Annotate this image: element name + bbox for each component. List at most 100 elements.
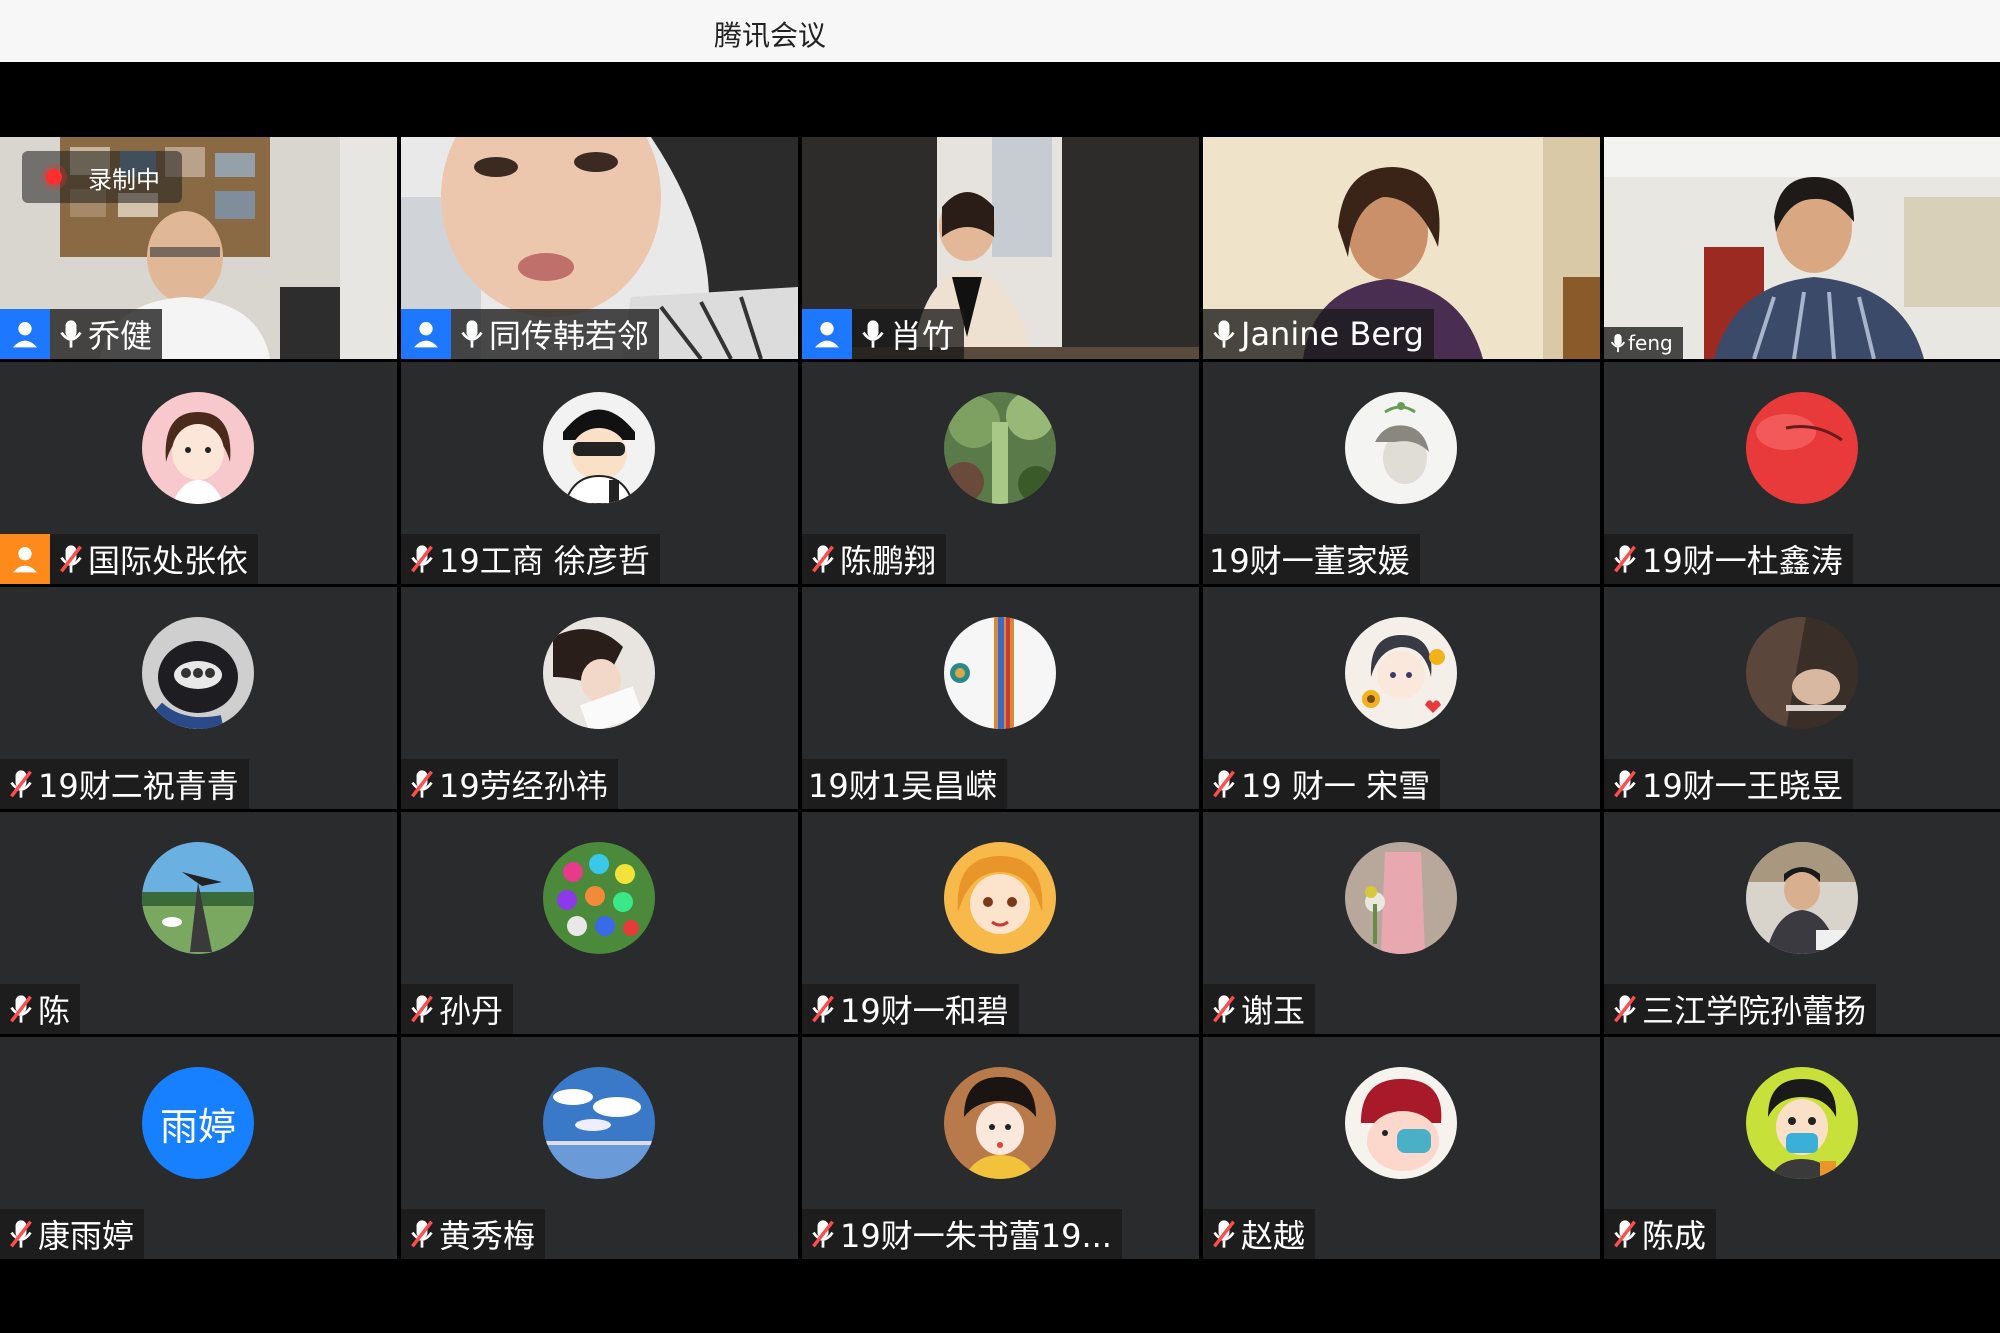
microphone-icon[interactable] [455, 314, 489, 354]
participant-name: 谢玉 [1241, 992, 1306, 1030]
avatar [1746, 842, 1858, 954]
participant-name: 19财一朱书蕾19... [840, 1217, 1112, 1255]
microphone-muted-icon[interactable] [806, 1214, 840, 1254]
participant-name: 19财一杜鑫涛 [1642, 542, 1843, 580]
recording-label: 录制中 [88, 165, 160, 194]
participant-grid: 录制中 乔健 同传韩若邻 肖竹 Janine Berg feng 国际处张依 1… [0, 137, 2000, 1262]
participant-tile[interactable]: 19劳经孙祎 [401, 587, 798, 809]
participant-name: 孙丹 [439, 992, 504, 1030]
participant-tile[interactable]: 19财二祝青青 [0, 587, 397, 809]
participant-name: 陈鹏翔 [840, 542, 937, 580]
microphone-muted-icon[interactable] [806, 539, 840, 579]
microphone-muted-icon[interactable] [1207, 1214, 1241, 1254]
avatar [1746, 1067, 1858, 1179]
participant-name: 19劳经孙祎 [439, 767, 608, 805]
avatar [142, 842, 254, 954]
recording-indicator[interactable]: 录制中 [22, 151, 182, 203]
participant-name: 19 财一 宋雪 [1241, 767, 1431, 805]
title-bar: 腾讯会议 [0, 0, 2000, 62]
participant-name: 国际处张依 [88, 542, 249, 580]
host-badge-icon [802, 309, 852, 359]
participant-tile[interactable]: 陈成 [1604, 1037, 2000, 1259]
participant-tile[interactable]: 19财一王晓昱 [1604, 587, 2000, 809]
microphone-muted-icon[interactable] [405, 764, 439, 804]
participant-name: 黄秀梅 [439, 1217, 536, 1255]
avatar-initials: 雨婷 [142, 1067, 254, 1179]
participant-tile[interactable]: 19 财一 宋雪 [1203, 587, 1600, 809]
avatar [1746, 617, 1858, 729]
participant-tile[interactable]: 谢玉 [1203, 812, 1600, 1034]
app-title: 腾讯会议 [714, 19, 827, 52]
participant-tile[interactable]: 19财一杜鑫涛 [1604, 362, 2000, 584]
microphone-icon[interactable] [1207, 314, 1241, 354]
microphone-muted-icon[interactable] [4, 989, 38, 1029]
avatar [944, 842, 1056, 954]
microphone-muted-icon[interactable] [4, 764, 38, 804]
participant-name: 肖竹 [890, 317, 955, 355]
participant-tile[interactable]: 国际处张依 [0, 362, 397, 584]
participant-tile[interactable]: Janine Berg [1203, 137, 1600, 359]
participant-tile[interactable]: 19财一董家媛 [1203, 362, 1600, 584]
microphone-muted-icon[interactable] [1608, 764, 1642, 804]
participant-name: feng [1628, 331, 1673, 355]
participant-name: 三江学院孙蕾扬 [1642, 992, 1867, 1030]
microphone-muted-icon[interactable] [1207, 989, 1241, 1029]
avatar [1345, 842, 1457, 954]
microphone-muted-icon[interactable] [54, 539, 88, 579]
participant-tile[interactable]: feng [1604, 137, 2000, 359]
participant-name: Janine Berg [1241, 315, 1424, 353]
microphone-muted-icon[interactable] [405, 539, 439, 579]
participant-tile[interactable]: 赵越 [1203, 1037, 1600, 1259]
microphone-muted-icon[interactable] [4, 1214, 38, 1254]
participant-name: 19财二祝青青 [38, 767, 239, 805]
host-badge-icon [0, 534, 50, 584]
participant-tile[interactable]: 陈 [0, 812, 397, 1034]
participant-tile[interactable]: 同传韩若邻 [401, 137, 798, 359]
participant-tile[interactable]: 19工商 徐彦哲 [401, 362, 798, 584]
avatar [1345, 617, 1457, 729]
microphone-muted-icon[interactable] [405, 989, 439, 1029]
participant-name: 19财一和碧 [840, 992, 1009, 1030]
microphone-muted-icon[interactable] [1608, 539, 1642, 579]
avatar [142, 392, 254, 504]
microphone-icon[interactable] [856, 314, 890, 354]
avatar [1746, 392, 1858, 504]
participant-name: 乔健 [88, 317, 153, 355]
avatar [543, 617, 655, 729]
participant-name: 赵越 [1241, 1217, 1306, 1255]
microphone-muted-icon[interactable] [1207, 764, 1241, 804]
video-feed [1604, 137, 2000, 359]
microphone-icon[interactable] [1608, 328, 1628, 358]
participant-tile[interactable]: 肖竹 [802, 137, 1199, 359]
microphone-muted-icon[interactable] [405, 1214, 439, 1254]
microphone-muted-icon[interactable] [1608, 989, 1642, 1029]
participant-tile[interactable]: 雨婷 康雨婷 [0, 1037, 397, 1259]
avatar [142, 617, 254, 729]
avatar [944, 1067, 1056, 1179]
avatar [543, 842, 655, 954]
avatar [1345, 392, 1457, 504]
participant-name: 19财一董家媛 [1209, 542, 1410, 580]
participant-tile[interactable]: 录制中 乔健 [0, 137, 397, 359]
participant-tile[interactable]: 19财1吴昌嵘 [802, 587, 1199, 809]
participant-name: 康雨婷 [38, 1217, 135, 1255]
host-badge-icon [401, 309, 451, 359]
participant-tile[interactable]: 孙丹 [401, 812, 798, 1034]
host-badge-icon [0, 309, 50, 359]
participant-tile[interactable]: 陈鹏翔 [802, 362, 1199, 584]
participant-tile[interactable]: 19财一和碧 [802, 812, 1199, 1034]
microphone-muted-icon[interactable] [806, 989, 840, 1029]
participant-name: 陈成 [1642, 1217, 1707, 1255]
record-dot-icon [46, 169, 62, 185]
participant-name: 同传韩若邻 [489, 317, 650, 355]
microphone-muted-icon[interactable] [1608, 1214, 1642, 1254]
microphone-icon[interactable] [54, 314, 88, 354]
avatar: 雨婷 [142, 1067, 254, 1179]
participant-name: 19财1吴昌嵘 [808, 767, 998, 805]
avatar [543, 392, 655, 504]
participant-tile[interactable]: 三江学院孙蕾扬 [1604, 812, 2000, 1034]
participant-tile[interactable]: 19财一朱书蕾19... [802, 1037, 1199, 1259]
participant-name: 陈 [38, 992, 71, 1030]
avatar [1345, 1067, 1457, 1179]
participant-tile[interactable]: 黄秀梅 [401, 1037, 798, 1259]
